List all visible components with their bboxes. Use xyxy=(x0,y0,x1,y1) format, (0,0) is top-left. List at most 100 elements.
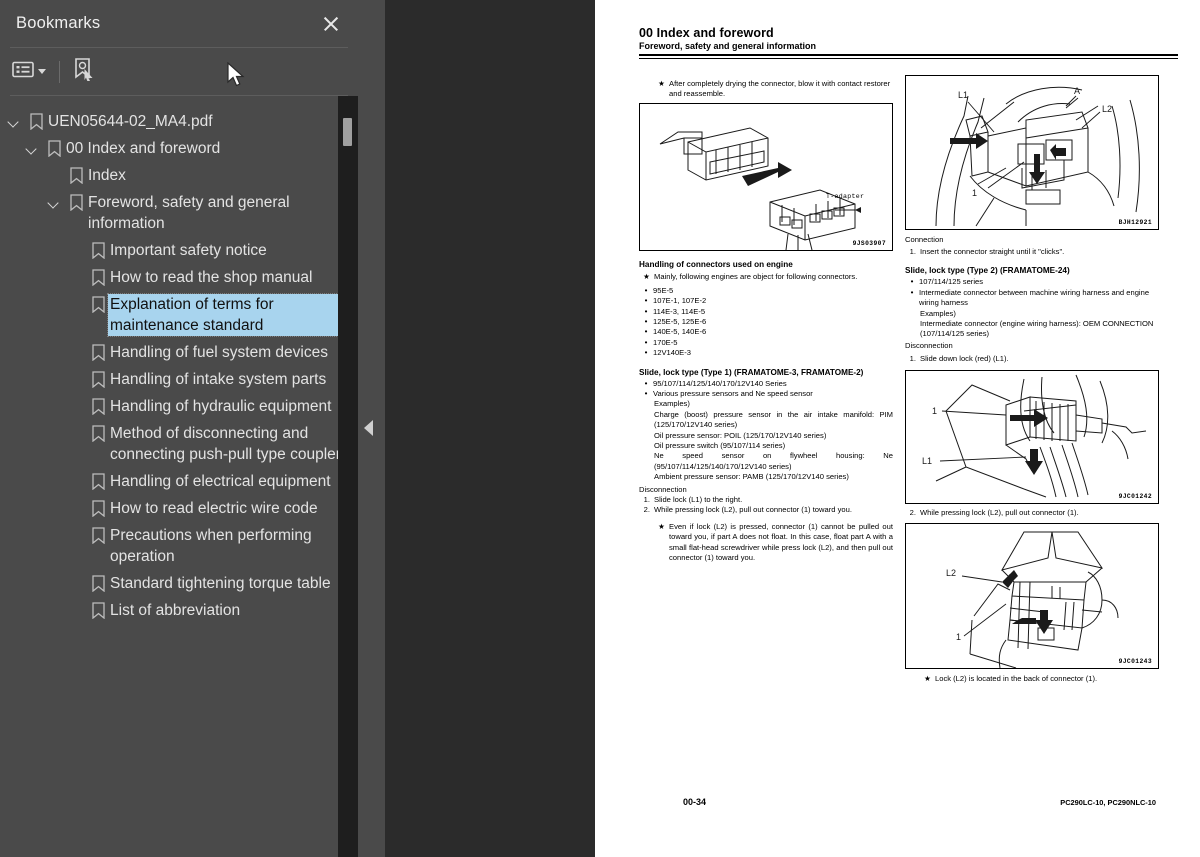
section2-examples: Charge (boost) pressure sensor in the ai… xyxy=(639,410,893,483)
bookmarks-panel-header: Bookmarks xyxy=(0,0,358,47)
disconnection-note-left: ★ Even if lock (L2) is pressed, connecto… xyxy=(639,522,893,564)
bookmark-item-4[interactable]: Important safety notice xyxy=(0,237,358,264)
find-bookmark-button[interactable] xyxy=(73,57,95,87)
figure1-label: T-adapter xyxy=(826,193,865,201)
bookmark-item-2[interactable]: Index xyxy=(0,162,358,189)
bookmark-icon xyxy=(66,165,88,186)
twisty-placeholder xyxy=(66,423,88,444)
note-top: ★ After completely drying the connector,… xyxy=(639,79,893,100)
bookmark-item-label: Standard tightening torque table xyxy=(110,575,331,592)
bookmark-item-12[interactable]: How to read electric wire code xyxy=(0,495,358,522)
disconnection-steps-left: 1. Slide lock (L1) to the right. 2. While p… xyxy=(639,495,893,516)
section-slide-lock-type1-title: Slide, lock type (Type 1) (FRAMATOME-3, … xyxy=(639,367,864,377)
twisty-placeholder xyxy=(66,240,88,261)
list-options-icon xyxy=(12,61,34,83)
bookmark-item-label: How to read the shop manual xyxy=(110,269,313,286)
disconnection-label-left: Disconnection xyxy=(639,484,687,494)
section-slide-lock-type2-title: Slide, lock type (Type 2) (FRAMATOME-24) xyxy=(905,266,1070,276)
page-title: 00 Index and foreword xyxy=(639,26,774,40)
bookmark-icon xyxy=(66,192,88,213)
step-number: 2. xyxy=(909,507,916,517)
list-text: 125E-5, 125E-6 xyxy=(653,316,707,326)
page-footer: 00-34 PC290LC-10, PC290NLC-10 xyxy=(683,797,1156,807)
twisty-placeholder xyxy=(66,498,88,519)
list-text: 140E-5, 140E-6 xyxy=(653,327,707,337)
bookmark-item-15[interactable]: List of abbreviation xyxy=(0,597,358,624)
bookmark-pointer-icon xyxy=(73,57,95,86)
chevron-down-icon[interactable] xyxy=(22,138,44,159)
bookmark-item-0[interactable]: UEN05644-02_MA4.pdf xyxy=(0,108,358,135)
bookmark-icon xyxy=(44,138,66,159)
list-text: Intermediate connector between machine w… xyxy=(919,287,1150,308)
s2-examples-item: Oil pressure sensor: POIL (125/170/12V14… xyxy=(654,430,827,440)
list-marker: 2. xyxy=(643,505,650,515)
page-right-column: L1 A L2 1 BJH12921 Connection 1. Insert … xyxy=(905,73,1159,685)
twisty-placeholder xyxy=(66,573,88,594)
chevron-down-icon[interactable] xyxy=(4,111,26,132)
list-marker: • xyxy=(644,348,648,358)
bookmark-item-6[interactable]: Explanation of terms for maintenance sta… xyxy=(0,291,358,339)
s2-steps-item: 1. Slide lock (L1) to the right. xyxy=(639,495,893,505)
bookmark-item-7[interactable]: Handling of fuel system devices xyxy=(0,339,358,366)
header-rule-thick xyxy=(639,54,1178,56)
bookmark-icon xyxy=(88,240,110,261)
list-text: 12V140E-3 xyxy=(653,348,691,358)
bookmark-item-10[interactable]: Method of disconnecting and connecting p… xyxy=(0,420,358,468)
step-number: 1. xyxy=(909,246,916,256)
twisty-placeholder xyxy=(66,294,88,315)
list-text: 114E-3, 114E-5 xyxy=(653,306,706,316)
svg-text:L2: L2 xyxy=(946,568,956,578)
bookmark-item-11[interactable]: Handling of electrical equipment xyxy=(0,468,358,495)
bookmarks-panel-title: Bookmarks xyxy=(16,14,101,32)
bookmark-item-label: Handling of hydraulic equipment xyxy=(110,398,332,415)
engine-list-item: • 140E-5, 140E-6 xyxy=(639,327,893,337)
svg-text:A: A xyxy=(1074,86,1080,96)
list-marker: • xyxy=(910,287,914,297)
list-marker: • xyxy=(644,316,648,326)
bookmark-item-1[interactable]: 00 Index and foreword xyxy=(0,135,358,162)
list-options-button[interactable] xyxy=(12,57,46,87)
panel-splitter[interactable] xyxy=(358,0,385,857)
figure-connection-overview: L1 A L2 1 BJH12921 xyxy=(905,74,1159,230)
bookmark-item-13[interactable]: Precautions when performing operation xyxy=(0,522,358,570)
bookmark-item-5[interactable]: How to read the shop manual xyxy=(0,264,358,291)
bookmark-icon xyxy=(88,600,110,621)
s3-examples-item: Intermediate connector (engine wiring ha… xyxy=(920,318,1154,339)
engine-list-item: • 12V140E-3 xyxy=(639,348,893,358)
svg-text:L1: L1 xyxy=(958,90,968,100)
star-bullet-icon: ★ xyxy=(924,673,931,683)
s2-examples-item: Charge (boost) pressure sensor in the ai… xyxy=(654,409,893,430)
engine-list-item: • 170E-5 xyxy=(639,338,893,348)
page-number: 00-34 xyxy=(683,797,707,807)
bookmark-item-8[interactable]: Handling of intake system parts xyxy=(0,366,358,393)
pdf-viewer[interactable]: 00 Index and foreword Foreword, safety a… xyxy=(385,0,1200,857)
section2-examples-label: Examples) xyxy=(654,399,690,409)
bookmark-item-label: UEN05644-02_MA4.pdf xyxy=(48,113,213,130)
s2-examples-item: Ambient pressure sensor: PAMB (125/170/1… xyxy=(654,472,849,482)
bookmark-item-label: Foreword, safety and general information xyxy=(88,194,290,232)
bookmark-item-label: Handling of intake system parts xyxy=(110,371,327,388)
engine-list-item: • 114E-3, 114E-5 xyxy=(639,307,893,317)
triangle-left-icon[interactable] xyxy=(364,420,373,436)
list-text: 95E-5 xyxy=(653,285,674,295)
list-marker: • xyxy=(644,296,648,306)
svg-text:1: 1 xyxy=(972,188,977,198)
figure-connector-t-adapter: T-adapter 9JS03907 xyxy=(639,103,893,252)
twisty-placeholder xyxy=(66,369,88,390)
list-marker: • xyxy=(644,285,648,295)
bookmark-item-14[interactable]: Standard tightening torque table xyxy=(0,570,358,597)
bookmarks-scrollbar[interactable] xyxy=(338,96,358,857)
section3-bullets: • 107/114/125 series • Intermediate connect… xyxy=(905,277,1159,308)
bookmark-item-label: Handling of fuel system devices xyxy=(110,344,328,361)
disconnection-step-1-right: 1. Slide down lock (red) (L1). xyxy=(905,354,1159,364)
header-rule-thin xyxy=(639,57,1178,59)
bookmarks-tree[interactable]: UEN05644-02_MA4.pdf 00 Index and foreword… xyxy=(0,96,358,857)
twisty-placeholder xyxy=(66,342,88,363)
engine-list-item: • 125E-5, 125E-6 xyxy=(639,317,893,327)
close-icon[interactable] xyxy=(318,11,344,37)
bookmark-item-9[interactable]: Handling of hydraulic equipment xyxy=(0,393,358,420)
bookmark-item-3[interactable]: Foreword, safety and general information xyxy=(0,189,358,237)
bookmark-item-label: Important safety notice xyxy=(110,242,267,259)
bookmarks-scrollbar-thumb[interactable] xyxy=(343,118,352,146)
chevron-down-icon[interactable] xyxy=(44,192,66,213)
